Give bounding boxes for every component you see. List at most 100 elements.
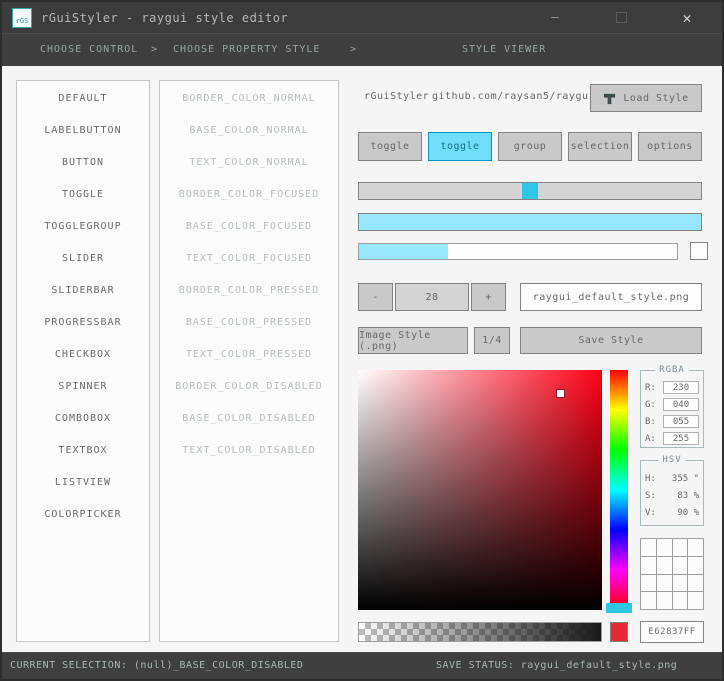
toggle-option-button[interactable]: selection: [568, 132, 632, 161]
checkbox-control[interactable]: [690, 242, 708, 260]
control-list-item[interactable]: SLIDERBAR: [17, 275, 149, 307]
load-style-button[interactable]: Load Style: [590, 84, 702, 112]
rgba-group-label: RGBA: [655, 365, 689, 375]
repo-label: github.com/raysan5/raygui: [432, 91, 596, 102]
control-list-item[interactable]: COMBOBOX: [17, 403, 149, 435]
rgba-row-r: R: 230: [641, 379, 703, 396]
app-window: rGS rGuiStyler - raygui style editor — ✕…: [0, 0, 724, 681]
color-swatch-cell[interactable]: [688, 574, 703, 592]
save-style-button[interactable]: Save Style: [520, 327, 702, 354]
rgba-key-b: B:: [645, 416, 656, 427]
color-swatch-cell[interactable]: [672, 574, 688, 592]
properties-list-panel: BORDER_COLOR_NORMAL BASE_COLOR_NORMAL TEXT…: [159, 80, 339, 642]
control-list-item[interactable]: SLIDER: [17, 243, 149, 275]
hue-indicator[interactable]: [606, 603, 632, 613]
image-ratio-button[interactable]: 1/4: [474, 327, 510, 354]
menu-item-choose-property-style[interactable]: CHOOSE PROPERTY STYLE: [173, 44, 320, 55]
color-swatch-cell[interactable]: [641, 556, 656, 574]
breadcrumb-separator-icon: >: [350, 44, 358, 55]
app-icon: rGS: [12, 7, 32, 28]
maximize-icon: [615, 12, 627, 23]
control-list-item[interactable]: CHECKBOX: [17, 339, 149, 371]
color-swatch-cell[interactable]: [688, 539, 703, 556]
image-style-button[interactable]: Image Style (.png): [358, 327, 468, 354]
rgba-value-r[interactable]: 230: [663, 381, 699, 394]
close-button[interactable]: ✕: [676, 7, 698, 29]
hsv-key-v: V:: [645, 507, 656, 518]
color-swatch-cell[interactable]: [672, 539, 688, 556]
color-swatch-cell[interactable]: [641, 574, 656, 592]
toggle-option-button[interactable]: toggle: [428, 132, 492, 161]
slider-handle[interactable]: [522, 183, 538, 199]
toggle-option-button[interactable]: options: [638, 132, 702, 161]
controls-list-panel: DEFAULT LABELBUTTON BUTTON TOGGLE TOGGLEGROU…: [16, 80, 150, 642]
color-swatch-grid: [640, 538, 704, 610]
color-swatch-cell[interactable]: [656, 539, 672, 556]
control-list-item[interactable]: PROGRESSBAR: [17, 307, 149, 339]
hsv-value-h: 355 °: [671, 473, 699, 484]
hsv-row-s: S: 83 %: [641, 487, 703, 504]
property-list-item[interactable]: BASE_COLOR_PRESSED: [160, 307, 338, 339]
color-swatch-cell[interactable]: [688, 592, 703, 609]
color-swatch-cell[interactable]: [656, 592, 672, 609]
property-list-item[interactable]: BASE_COLOR_FOCUSED: [160, 211, 338, 243]
control-list-item[interactable]: TOGGLEGROUP: [17, 211, 149, 243]
property-list-item[interactable]: TEXT_COLOR_PRESSED: [160, 339, 338, 371]
hue-bar[interactable]: [610, 370, 628, 610]
color-swatch-cell[interactable]: [641, 539, 656, 556]
alpha-bar[interactable]: [358, 622, 602, 642]
color-swatch-cell[interactable]: [688, 556, 703, 574]
menu-item-style-viewer[interactable]: STYLE VIEWER: [462, 44, 546, 55]
control-list-item[interactable]: LISTVIEW: [17, 467, 149, 499]
rgba-row-g: G: 040: [641, 396, 703, 413]
property-list-item[interactable]: TEXT_COLOR_NORMAL: [160, 147, 338, 179]
sliderbar-control[interactable]: [358, 213, 702, 231]
property-list-item[interactable]: TEXT_COLOR_DISABLED: [160, 435, 338, 467]
property-list-item[interactable]: BASE_COLOR_NORMAL: [160, 115, 338, 147]
toggle-option-button[interactable]: toggle: [358, 132, 422, 161]
control-list-item[interactable]: BUTTON: [17, 147, 149, 179]
toggle-option-button[interactable]: group: [498, 132, 562, 161]
property-list-item[interactable]: BORDER_COLOR_FOCUSED: [160, 179, 338, 211]
rgba-group: RGBA R: 230 G: 040 B: 055 A: 255: [640, 365, 704, 448]
current-color-swatch: [610, 622, 628, 642]
close-icon: ✕: [682, 8, 692, 27]
control-list-item[interactable]: TOGGLE: [17, 179, 149, 211]
progressbar-fill: [359, 244, 449, 259]
rgba-value-a[interactable]: 255: [663, 432, 699, 445]
property-list-item[interactable]: BORDER_COLOR_PRESSED: [160, 275, 338, 307]
property-list-item[interactable]: BORDER_COLOR_NORMAL: [160, 83, 338, 115]
color-swatch-cell[interactable]: [656, 574, 672, 592]
control-list-item[interactable]: COLORPICKER: [17, 499, 149, 531]
status-save-status: SAVE STATUS: raygui_default_style.png: [436, 660, 678, 671]
rgba-value-b[interactable]: 055: [663, 415, 699, 428]
rgba-key-r: R:: [645, 382, 656, 393]
control-list-item[interactable]: LABELBUTTON: [17, 115, 149, 147]
maximize-button[interactable]: [610, 7, 632, 29]
color-swatch-cell[interactable]: [641, 592, 656, 609]
spinner-value-box[interactable]: 28: [395, 283, 469, 311]
menu-item-choose-control[interactable]: CHOOSE CONTROL: [40, 44, 138, 55]
minimize-icon: —: [551, 10, 559, 25]
spinner-minus-button[interactable]: -: [358, 283, 393, 311]
color-picker-marker[interactable]: [555, 389, 565, 398]
control-list-item[interactable]: DEFAULT: [17, 83, 149, 115]
property-list-item[interactable]: TEXT_COLOR_FOCUSED: [160, 243, 338, 275]
color-picker-panel[interactable]: [358, 370, 602, 610]
color-swatch-cell[interactable]: [656, 556, 672, 574]
property-list-item[interactable]: BORDER_COLOR_DISABLED: [160, 371, 338, 403]
hex-value-box[interactable]: E62837FF: [640, 621, 704, 643]
spinner-plus-button[interactable]: +: [471, 283, 506, 311]
status-bar: CURRENT SELECTION: (null)_BASE_COLOR_DIS…: [2, 652, 722, 679]
color-swatch-cell[interactable]: [672, 592, 688, 609]
control-list-item[interactable]: TEXTBOX: [17, 435, 149, 467]
minimize-button[interactable]: —: [544, 7, 566, 29]
progressbar-control: [358, 243, 678, 260]
property-list-item[interactable]: BASE_COLOR_DISABLED: [160, 403, 338, 435]
rgba-value-g[interactable]: 040: [663, 398, 699, 411]
style-filename-input[interactable]: raygui_default_style.png: [520, 283, 702, 311]
control-list-item[interactable]: SPINNER: [17, 371, 149, 403]
color-swatch-cell[interactable]: [672, 556, 688, 574]
window-title: rGuiStyler - raygui style editor: [41, 10, 289, 25]
slider-control[interactable]: [358, 182, 702, 200]
